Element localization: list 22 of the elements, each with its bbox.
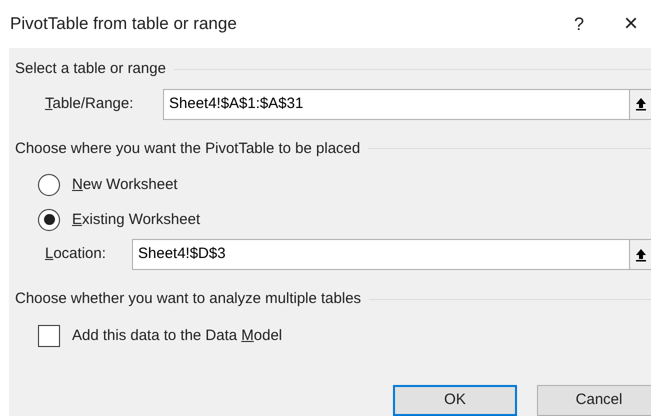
radio-label: Existing Worksheet xyxy=(72,210,200,230)
section-heading: Select a table or range xyxy=(15,59,166,79)
checkbox[interactable] xyxy=(38,324,60,347)
range-picker-button[interactable] xyxy=(629,88,651,120)
section-heading: Choose where you want the PivotTable to be placed xyxy=(15,138,360,158)
checkbox-label: Add this data to the Data Model xyxy=(72,326,282,346)
close-button[interactable]: × xyxy=(611,4,651,44)
field-label: Table/Range: xyxy=(45,94,134,114)
window-title: PivotTable from table or range xyxy=(10,13,238,36)
ok-button[interactable]: OK xyxy=(393,385,517,416)
radio-button[interactable] xyxy=(38,174,60,196)
up-arrow-icon xyxy=(634,248,646,262)
up-arrow-icon xyxy=(634,97,646,111)
range-picker-button[interactable] xyxy=(629,239,651,270)
radio-button[interactable] xyxy=(38,208,60,231)
cancel-button[interactable]: Cancel xyxy=(537,385,651,416)
section-heading: Choose whether you want to analyze multiple tables xyxy=(15,289,362,309)
help-button[interactable]: ? xyxy=(559,4,599,44)
range-input[interactable]: Sheet4!$A$1:$A$31 xyxy=(163,88,629,120)
radio-label: New Worksheet xyxy=(72,175,178,195)
field-label: Location: xyxy=(45,244,107,264)
range-input[interactable]: Sheet4!$D$3 xyxy=(132,239,629,270)
